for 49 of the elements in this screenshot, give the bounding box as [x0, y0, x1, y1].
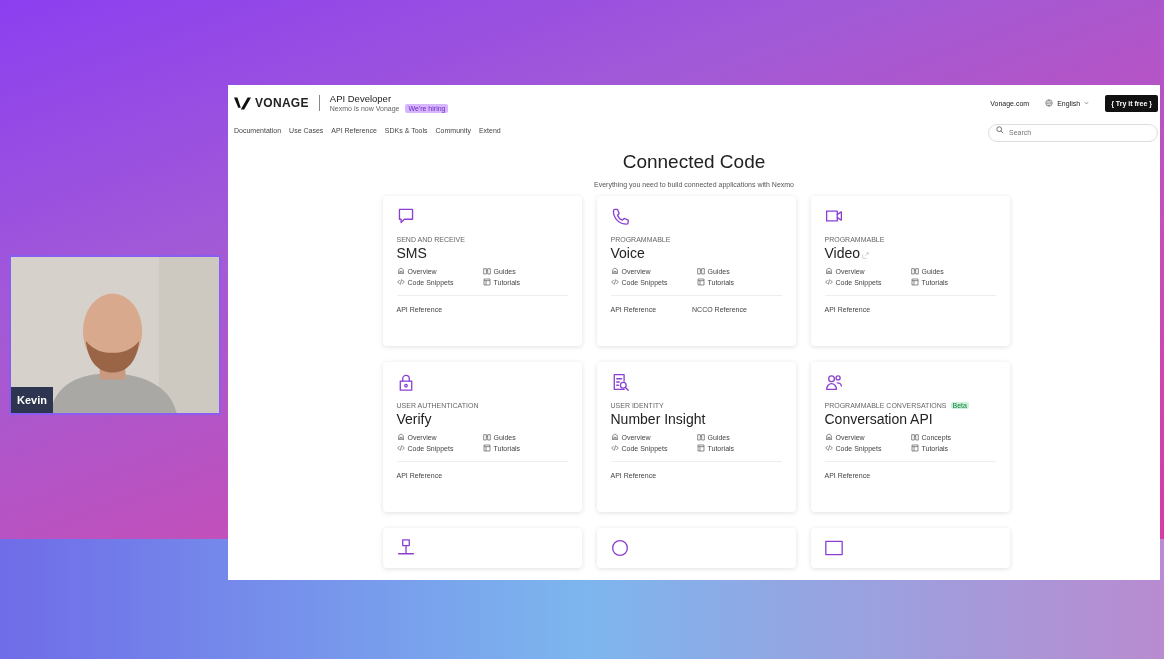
book-icon: [482, 433, 491, 441]
code-icon: [824, 444, 833, 452]
page-title: Connected Code: [621, 151, 767, 173]
card-title: Video: [824, 245, 861, 261]
building-icon: [396, 433, 405, 441]
building-icon: [824, 433, 833, 441]
monitor-icon: [824, 539, 843, 557]
book-icon: [696, 433, 705, 441]
layout-icon: [482, 278, 491, 286]
layout-icon: [696, 444, 705, 452]
code-icon: [396, 278, 405, 286]
card-title: Conversation API: [824, 411, 933, 427]
phone-icon: [610, 207, 629, 225]
book-icon: [482, 267, 491, 275]
card-title: Number Insight: [610, 411, 706, 427]
book-icon: [910, 267, 919, 275]
network-icon: [396, 539, 415, 557]
video-camera-icon: [824, 207, 843, 225]
layout-icon: [696, 278, 705, 286]
search-icon: [996, 126, 1004, 134]
card-title: SMS: [396, 245, 427, 261]
layout-icon: [482, 444, 491, 452]
globe-icon: [1045, 99, 1054, 107]
code-icon: [396, 444, 405, 452]
participant-name: Kevin: [11, 387, 53, 413]
building-icon: [610, 267, 619, 275]
building-icon: [396, 267, 405, 275]
book-icon: [696, 267, 705, 275]
caret-icon: [1084, 101, 1090, 105]
logo-text: VONAGE: [255, 96, 309, 110]
chat-bubble-icon: [396, 207, 415, 225]
layout-icon: [910, 444, 919, 452]
building-icon: [610, 433, 619, 441]
external-link-icon: [862, 252, 870, 259]
code-icon: [824, 278, 833, 286]
product-card[interactable]: [596, 528, 796, 568]
card-title: Voice: [610, 245, 645, 261]
product-name: API Developer: [329, 93, 393, 104]
logo-icon: [234, 95, 251, 111]
product-card[interactable]: [810, 528, 1010, 568]
building-icon: [824, 267, 833, 275]
people-icon: [824, 373, 843, 391]
circle-icon: [610, 539, 629, 557]
book-icon: [910, 433, 919, 441]
code-icon: [610, 444, 619, 452]
card-title: Verify: [396, 411, 432, 427]
layout-icon: [910, 278, 919, 286]
code-icon: [610, 278, 619, 286]
product-card[interactable]: [382, 528, 582, 568]
